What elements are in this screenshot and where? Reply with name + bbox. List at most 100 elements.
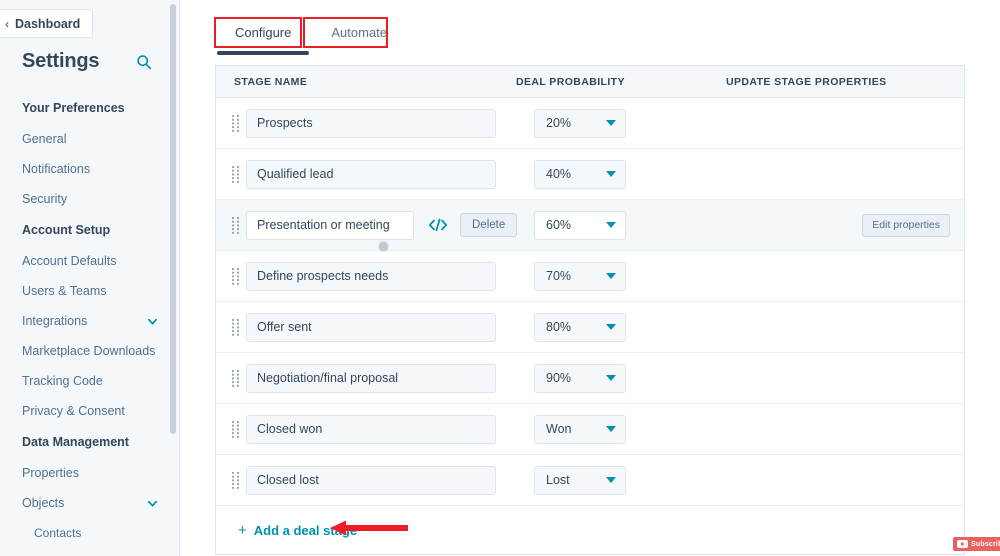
back-to-dashboard-button[interactable]: ‹ Dashboard	[0, 9, 94, 38]
stage-name-input[interactable]	[246, 261, 496, 291]
table-row: 80%	[216, 302, 964, 353]
deal-probability-cell: 40%	[534, 159, 626, 189]
deal-probability-select[interactable]: Won	[534, 414, 626, 444]
table-row: 20%	[216, 98, 964, 149]
column-header-stage-name: STAGE NAME	[234, 75, 308, 88]
stage-name-input[interactable]	[246, 108, 496, 138]
sidebar-item-label: Account Defaults	[22, 254, 117, 268]
add-stage-row: + Add a deal stage	[216, 506, 964, 555]
sidebar-item-users-teams[interactable]: Users & Teams	[0, 276, 172, 306]
stage-name-input[interactable]	[246, 465, 496, 495]
sidebar-item-contacts[interactable]: Contacts	[0, 518, 172, 548]
tab-configure[interactable]: Configure	[215, 17, 311, 55]
tab-automate[interactable]: Automate	[311, 17, 407, 48]
deal-probability-value: 60%	[546, 218, 572, 232]
deal-probability-select[interactable]: 40%	[534, 159, 626, 189]
deal-stages-table: STAGE NAME DEAL PROBABILITY UPDATE STAGE…	[215, 65, 965, 555]
sidebar-item-companies[interactable]: Companies	[0, 548, 172, 556]
settings-sidebar: ‹ Dashboard Settings Your Preferences Ge…	[0, 0, 180, 556]
deal-probability-select[interactable]: 80%	[534, 312, 626, 342]
search-icon[interactable]	[136, 54, 152, 70]
edit-properties-button[interactable]: Edit properties	[862, 213, 950, 237]
youtube-play-icon	[957, 540, 968, 548]
settings-header: Settings	[22, 50, 152, 73]
sidebar-item-label: General	[22, 132, 67, 146]
table-row: 40%	[216, 149, 964, 200]
table-header-row: STAGE NAME DEAL PROBABILITY UPDATE STAGE…	[216, 66, 964, 98]
tab-label: Configure	[235, 25, 292, 40]
drag-handle-icon[interactable]	[224, 369, 246, 387]
deal-probability-cell: 80%	[534, 312, 626, 342]
deal-probability-cell: 20%	[534, 108, 626, 138]
sidebar-nav: Your Preferences General Notifications S…	[0, 92, 172, 556]
delete-stage-button[interactable]: Delete	[460, 213, 518, 237]
deal-probability-cell: 90%	[534, 363, 626, 393]
sidebar-scrollbar-thumb[interactable]	[170, 4, 176, 434]
plus-icon: +	[238, 521, 247, 539]
sidebar-item-security[interactable]: Security	[0, 184, 172, 214]
deal-probability-value: 80%	[546, 320, 572, 334]
sidebar-item-notifications[interactable]: Notifications	[0, 154, 172, 184]
sidebar-item-privacy-consent[interactable]: Privacy & Consent	[0, 396, 172, 426]
sidebar-item-label: Users & Teams	[22, 284, 107, 298]
sidebar-item-properties[interactable]: Properties	[0, 458, 172, 488]
sidebar-item-label: Objects	[22, 496, 65, 510]
chevron-left-icon: ‹	[5, 16, 9, 31]
back-to-dashboard-label: Dashboard	[15, 16, 81, 31]
deal-probability-value: 90%	[546, 371, 572, 385]
deal-probability-select[interactable]: 60%	[534, 210, 626, 240]
sidebar-item-label: Integrations	[22, 314, 88, 328]
deal-probability-value: Lost	[546, 473, 570, 487]
stage-name-input[interactable]	[246, 312, 496, 342]
sidebar-item-label: Contacts	[34, 526, 82, 540]
deal-probability-value: 70%	[546, 269, 572, 283]
stage-name-input[interactable]	[246, 363, 496, 393]
sidebar-item-label: Privacy & Consent	[22, 404, 125, 418]
caret-down-icon	[606, 324, 616, 330]
sidebar-item-objects[interactable]: Objects	[0, 488, 172, 518]
drag-handle-icon[interactable]	[224, 318, 246, 336]
caret-down-icon	[606, 222, 616, 228]
deal-probability-value: Won	[546, 422, 572, 436]
stage-name-input[interactable]	[246, 210, 414, 240]
sidebar-item-account-defaults[interactable]: Account Defaults	[0, 246, 172, 276]
caret-down-icon	[606, 477, 616, 483]
tab-bar: Configure Automate	[215, 17, 407, 55]
sidebar-item-label: Properties	[22, 466, 79, 480]
drag-handle-icon[interactable]	[224, 420, 246, 438]
sidebar-item-label: Marketplace Downloads	[22, 344, 156, 358]
caret-down-icon	[606, 273, 616, 279]
deal-probability-select[interactable]: Lost	[534, 465, 626, 495]
tab-label: Automate	[331, 25, 388, 40]
drag-handle-icon[interactable]	[224, 114, 246, 132]
code-brackets-icon[interactable]	[428, 217, 448, 233]
sidebar-item-marketplace-downloads[interactable]: Marketplace Downloads	[0, 336, 172, 366]
deal-probability-select[interactable]: 90%	[534, 363, 626, 393]
annotation-arrow-add-deal-stage	[330, 520, 408, 536]
deal-probability-select[interactable]: 70%	[534, 261, 626, 291]
caret-down-icon	[606, 120, 616, 126]
subscribe-label: Subscribe	[971, 540, 1000, 548]
sidebar-item-integrations[interactable]: Integrations	[0, 306, 172, 336]
caret-down-icon	[606, 426, 616, 432]
column-header-update-stage-properties: UPDATE STAGE PROPERTIES	[726, 75, 887, 88]
table-row: Won	[216, 404, 964, 455]
page-title: Settings	[22, 50, 100, 72]
sidebar-item-label: Security	[22, 192, 68, 206]
deal-probability-select[interactable]: 20%	[534, 108, 626, 138]
table-row: Lost	[216, 455, 964, 506]
main-content: Configure Automate STAGE NAME DEAL PROBA…	[180, 0, 1000, 556]
sidebar-item-label: Tracking Code	[22, 374, 103, 388]
drag-handle-icon[interactable]	[224, 165, 246, 183]
sidebar-item-general[interactable]: General	[0, 124, 172, 154]
sidebar-group-data-management: Data Management	[22, 435, 129, 449]
stage-name-input[interactable]	[246, 159, 496, 189]
stage-name-input[interactable]	[246, 414, 496, 444]
mouse-cursor	[379, 242, 388, 251]
drag-handle-icon[interactable]	[224, 216, 246, 234]
sidebar-item-tracking-code[interactable]: Tracking Code	[0, 366, 172, 396]
chevron-down-icon	[147, 498, 158, 509]
youtube-subscribe-watermark[interactable]: Subscribe	[953, 537, 1000, 551]
drag-handle-icon[interactable]	[224, 471, 246, 489]
drag-handle-icon[interactable]	[224, 267, 246, 285]
